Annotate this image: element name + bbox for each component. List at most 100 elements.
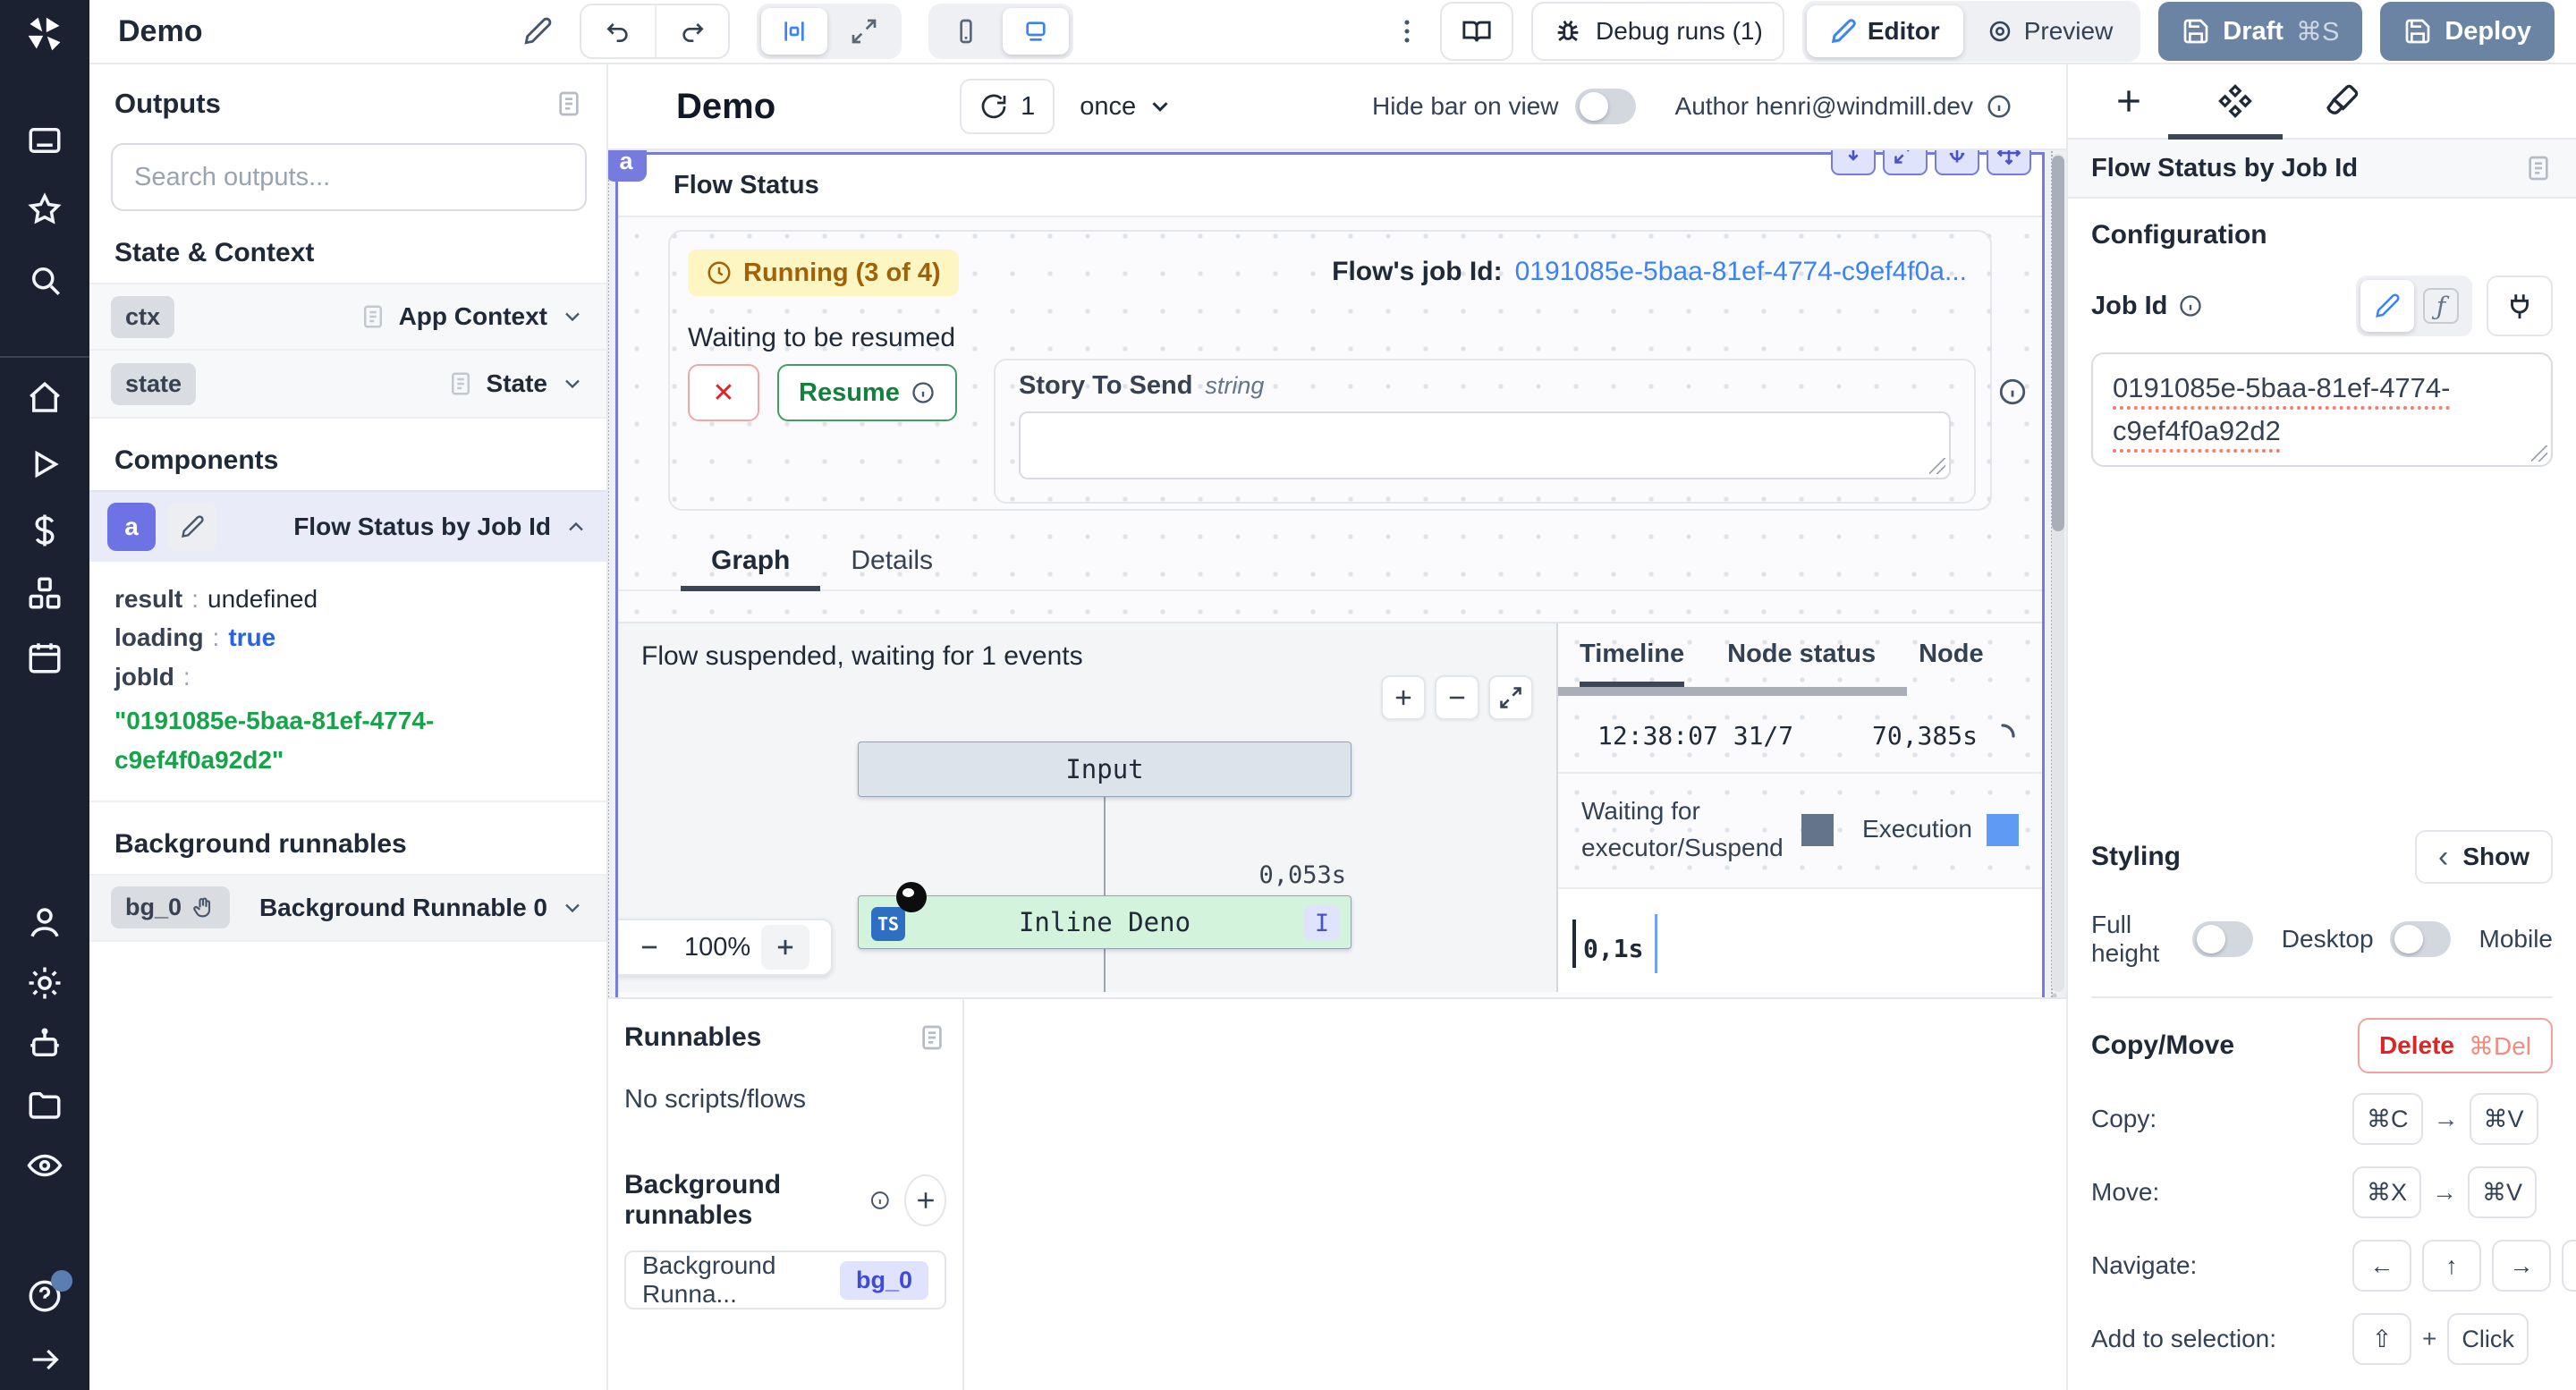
windmill-logo-icon[interactable] — [25, 14, 64, 54]
connect-plug-icon[interactable] — [2487, 275, 2553, 336]
center-layout-button[interactable] — [761, 8, 827, 55]
tab-details[interactable]: Details — [820, 536, 963, 591]
insert-component-plus-icon[interactable] — [2111, 83, 2147, 119]
ctx-row[interactable]: ctx App Context — [89, 283, 606, 351]
styling-show-button[interactable]: ‹ Show — [2415, 830, 2553, 884]
users-icon[interactable] — [26, 903, 64, 941]
graph-zoom-in-icon[interactable] — [1381, 675, 1426, 720]
timeline-panel: Timeline Node status Node 12:38:07 31/7 … — [1556, 623, 2042, 992]
fullwidth-layout-button[interactable] — [831, 8, 897, 55]
preview-tab[interactable]: Preview — [1963, 5, 2137, 57]
jobid-textarea[interactable]: 0191085e-5baa-81ef-4774-c9ef4f0a92d2 — [2091, 352, 2553, 467]
favorites-star-icon[interactable] — [26, 191, 64, 229]
graph-node-input[interactable]: Input — [858, 742, 1352, 797]
hand-pointer-icon — [191, 895, 216, 920]
tab-node-status[interactable]: Node status — [1727, 640, 1876, 687]
expand-component-icon[interactable] — [1883, 150, 1928, 175]
graph-details-tabs: Graph Details — [618, 536, 2042, 591]
move-icon[interactable] — [1987, 150, 2031, 175]
static-mode-pencil-icon[interactable] — [2360, 280, 2414, 332]
spinner-icon — [1988, 722, 2017, 750]
legend-waiting-swatch — [1801, 814, 1834, 846]
flow-graph-canvas[interactable]: Flow suspended, waiting for 1 events — [618, 623, 1556, 992]
kebab-menu-icon[interactable] — [1392, 16, 1422, 47]
zoom-in-plus-icon[interactable] — [761, 925, 809, 970]
graph-fullscreen-icon[interactable] — [1488, 675, 1533, 720]
tab-graph[interactable]: Graph — [681, 536, 820, 591]
anchor-icon[interactable] — [1935, 150, 1979, 175]
folders-icon[interactable] — [26, 1086, 64, 1123]
docs-book-button[interactable] — [1440, 2, 1513, 61]
device-toggle-group — [928, 4, 1073, 59]
flow-status-component[interactable]: a Flow Status — [615, 152, 2045, 997]
full-height-toggle[interactable] — [2192, 921, 2253, 957]
expand-rail-arrow-icon[interactable] — [27, 1342, 63, 1377]
home-icon[interactable] — [26, 379, 64, 417]
flow-jobid-link[interactable]: 0191085e-5baa-81ef-4774-c9ef4f0a... — [1515, 257, 1967, 287]
panel-doc-icon[interactable] — [2524, 154, 2553, 182]
desktop-toggle[interactable] — [2390, 921, 2451, 957]
app-canvas[interactable]: a Flow Status — [608, 150, 2066, 997]
run-mode-value: once — [1080, 92, 1136, 122]
graph-zoom-out-icon[interactable] — [1435, 675, 1479, 720]
tab-node[interactable]: Node — [1919, 640, 1984, 687]
help-icon[interactable] — [26, 1277, 64, 1315]
flow-graph-section: Flow suspended, waiting for 1 events — [618, 622, 2042, 992]
ctx-type-label: App Context — [399, 302, 547, 331]
story-field-type: string — [1205, 372, 1264, 399]
resources-cubes-icon[interactable] — [26, 574, 64, 612]
redo-button[interactable] — [655, 5, 728, 57]
dock-bottom-icon[interactable] — [1831, 150, 1876, 175]
state-row[interactable]: state State — [89, 351, 606, 419]
graph-node-inline-deno[interactable]: TS Inline Deno I — [858, 895, 1352, 949]
component-a-row[interactable]: a Flow Status by Job Id — [89, 490, 606, 562]
hide-bar-toggle[interactable] — [1575, 89, 1636, 124]
add-bg-runnable-button[interactable] — [904, 1174, 946, 1226]
undo-button[interactable] — [581, 5, 655, 57]
apps-icon[interactable] — [26, 122, 64, 159]
mobile-view-button[interactable] — [933, 8, 999, 55]
preview-label: Preview — [2024, 17, 2114, 46]
variables-dollar-icon[interactable] — [26, 512, 64, 549]
bg-runnable-row[interactable]: bg_0 Background Runnable 0 — [89, 874, 606, 942]
delete-component-button[interactable]: Delete ⌘Del — [2358, 1018, 2553, 1073]
styling-paintbrush-icon[interactable] — [2324, 83, 2360, 119]
flow-status-body: Running (3 of 4) Flow's job Id: 0191085e… — [618, 217, 2042, 997]
refresh-count: 1 — [1021, 92, 1035, 122]
rename-pencil-icon[interactable] — [522, 16, 553, 47]
scrollbar-thumb[interactable] — [2052, 156, 2064, 531]
run-mode-dropdown[interactable]: once — [1080, 92, 1174, 122]
save-draft-button[interactable]: Draft ⌘S — [2158, 2, 2362, 61]
component-settings-diamond-icon[interactable] — [2216, 82, 2254, 120]
audit-eye-icon[interactable] — [26, 1147, 64, 1184]
edit-id-pencil-icon[interactable] — [168, 503, 216, 551]
editor-preview-toggle: Editor Preview — [1802, 1, 2140, 62]
deploy-button[interactable]: Deploy — [2380, 2, 2555, 61]
search-icon[interactable] — [26, 261, 64, 299]
schedules-calendar-icon[interactable] — [26, 639, 64, 676]
settings-gear-icon[interactable] — [26, 964, 64, 1002]
zoom-out-minus-icon[interactable] — [625, 925, 674, 970]
component-tag-badge[interactable]: a — [608, 150, 647, 182]
info-icon[interactable] — [1997, 377, 2028, 407]
editor-tab[interactable]: Editor — [1807, 5, 1963, 57]
story-textarea[interactable] — [1019, 411, 1951, 479]
desktop-view-button[interactable] — [1003, 8, 1069, 55]
debug-runs-button[interactable]: Debug runs (1) — [1531, 2, 1784, 61]
bg-runnable-item[interactable]: Background Runna... bg_0 — [624, 1250, 946, 1309]
kbd-click: Click — [2447, 1313, 2529, 1365]
refresh-count-button[interactable]: 1 — [960, 79, 1055, 134]
runs-play-icon[interactable] — [26, 445, 64, 483]
prop-jobid: jobId: "0191085e-5baa-81ef-4774-c9ef4f0a… — [114, 657, 581, 779]
waiting-marker — [1572, 920, 1576, 968]
canvas-scrollbar[interactable] — [2052, 154, 2064, 992]
panel-doc-icon[interactable] — [918, 1023, 946, 1052]
tab-timeline[interactable]: Timeline — [1580, 640, 1684, 687]
resume-button[interactable]: Resume — [777, 364, 957, 421]
cancel-button[interactable]: ✕ — [688, 364, 759, 421]
panel-doc-icon[interactable] — [555, 89, 583, 118]
expression-mode-fx-icon[interactable]: ƒ — [2414, 280, 2468, 332]
search-outputs-input[interactable] — [111, 143, 587, 211]
workers-robot-icon[interactable] — [26, 1025, 64, 1063]
plus-separator: + — [2422, 1325, 2436, 1353]
